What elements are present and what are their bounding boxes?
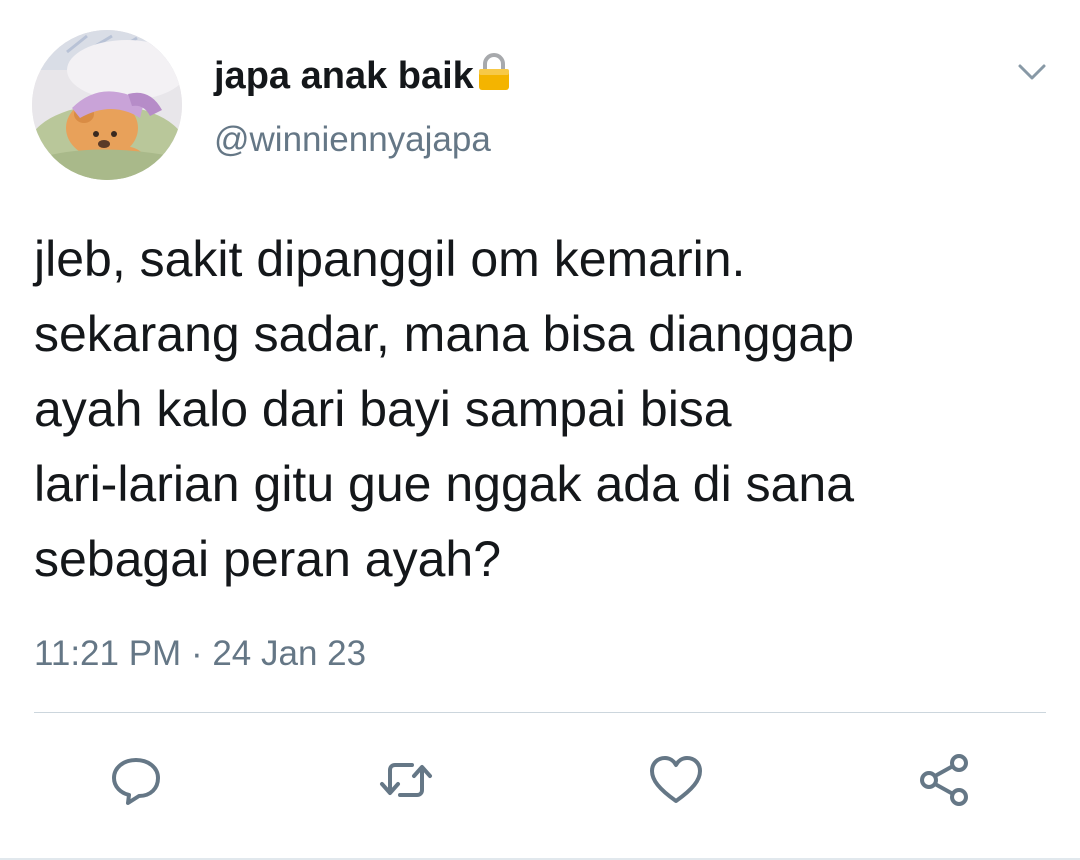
share-button[interactable] [904, 740, 984, 820]
heart-icon [650, 756, 702, 803]
tweet-text: jleb, sakit dipanggil om kemarin. sekara… [34, 231, 855, 587]
avatar[interactable] [32, 30, 182, 180]
tweet-card: japa anak baik @winniennyajapa jleb, sak… [0, 0, 1080, 860]
tweet-actions [0, 740, 1080, 820]
retweet-button[interactable] [366, 740, 446, 820]
reply-icon [112, 758, 160, 805]
tweet-date: 24 Jan 23 [212, 634, 367, 673]
display-name-text: japa anak baik [214, 55, 474, 97]
retweet-icon [380, 763, 432, 797]
divider [34, 712, 1046, 713]
tweet-header: japa anak baik @winniennyajapa [0, 0, 1080, 190]
user-handle[interactable]: @winniennyajapa [214, 118, 491, 162]
winnie-the-pooh-avatar-image [32, 30, 182, 180]
like-button[interactable] [636, 740, 716, 820]
share-icon [920, 754, 968, 806]
display-name[interactable]: japa anak baik [214, 52, 512, 102]
timestamp-separator: · [181, 634, 213, 673]
tweet-time: 11:21 PM [34, 634, 182, 673]
reply-button[interactable] [96, 740, 176, 820]
tweet-timestamp[interactable]: 11:21 PM · 24 Jan 23 [34, 628, 366, 680]
chevron-down-icon [1018, 64, 1046, 80]
tweet-menu-button[interactable] [1012, 56, 1052, 88]
lock-icon [476, 52, 512, 102]
